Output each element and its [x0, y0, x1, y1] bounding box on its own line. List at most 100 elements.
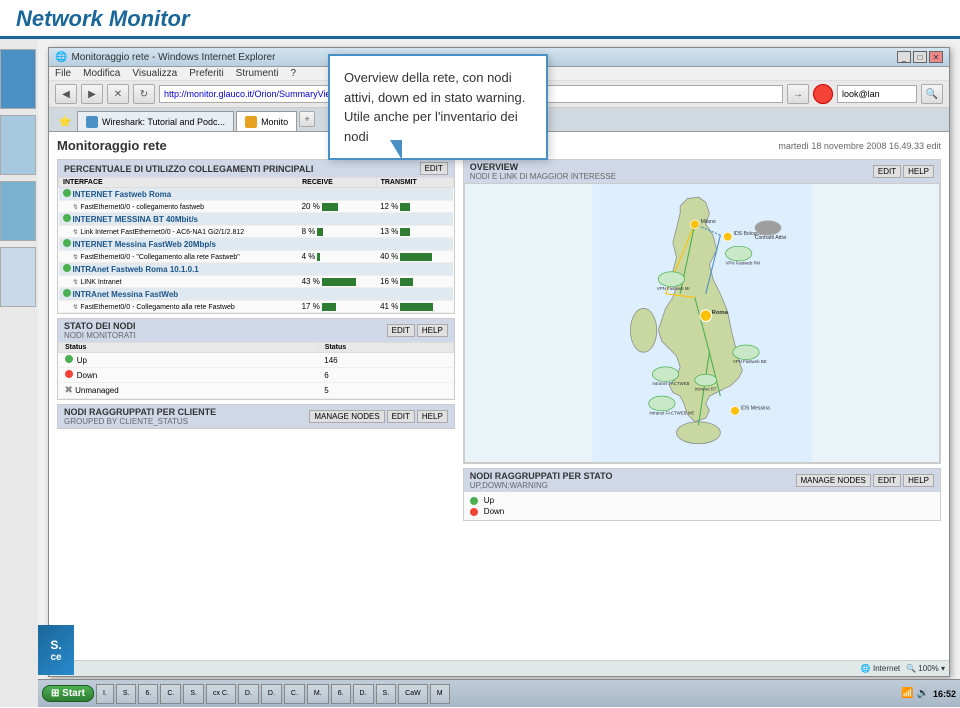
node-bologna[interactable] — [723, 232, 732, 241]
menu-visualizza[interactable]: Visualizza — [132, 68, 177, 79]
node-contratti[interactable] — [755, 221, 781, 236]
restore-button[interactable]: □ — [913, 51, 927, 63]
node-messina[interactable] — [730, 406, 739, 415]
sidebar-tab-4[interactable] — [0, 247, 36, 307]
col-receive: RECEIVE — [298, 178, 376, 188]
app-title: Network Monitor — [16, 6, 190, 32]
links-section-title-group: Percentuale di Utilizzo Collegamenti Pri… — [64, 164, 313, 174]
forward-button[interactable]: ▶ — [81, 84, 103, 104]
node-vpn-be[interactable] — [733, 345, 759, 360]
status-help-button[interactable]: HELP — [417, 324, 448, 337]
sidebar-tab-1[interactable] — [0, 49, 36, 109]
new-tab-button[interactable]: + — [299, 111, 315, 127]
interface-cell: ↯ FastEthernet0/0 - collegamento fastweb — [59, 201, 298, 213]
page-main-title: Monitoraggio rete — [57, 138, 167, 153]
menu-help[interactable]: ? — [290, 68, 296, 79]
transmit-bar-3 — [400, 253, 432, 261]
overview-edit-button[interactable]: EDIT — [873, 165, 901, 178]
grouped-edit-button[interactable]: EDIT — [387, 410, 415, 423]
taskbar-item-10[interactable]: M. — [307, 684, 329, 704]
overview-subtitle: NODI E LINK DI MAGGIOR INTERESSE — [470, 172, 616, 181]
taskbar-clock: 16:52 — [933, 689, 956, 699]
manage-nodes-button[interactable]: MANAGE NODES — [309, 410, 384, 423]
receive-cell-2: 8 % — [298, 226, 376, 238]
grouped-manage-button[interactable]: MANAGE NODES — [796, 474, 871, 487]
start-label: Start — [62, 688, 85, 699]
menu-modifica[interactable]: Modifica — [83, 68, 120, 79]
grouped-status-help-button[interactable]: HELP — [903, 474, 934, 487]
go-button[interactable]: → — [787, 84, 809, 104]
node-bt[interactable] — [695, 374, 717, 386]
taskbar-item-9[interactable]: C. — [284, 684, 305, 704]
search-go-button[interactable]: 🔍 — [921, 84, 943, 104]
table-row: ↯ FastEthernet0/0 - collegamento fastweb… — [59, 201, 454, 213]
node-factweb-me[interactable] — [648, 396, 674, 411]
taskbar-item-2[interactable]: S. — [116, 684, 137, 704]
page-date: martedì 18 novembre 2008 16.49.33 edit — [778, 141, 941, 151]
taskbar-item-14[interactable]: CaW — [398, 684, 428, 704]
taskbar-item-8[interactable]: D. — [261, 684, 282, 704]
links-edit-button[interactable]: EDIT — [420, 162, 448, 175]
grouped-status-titles: Nodi raggruppati per stato UP,DOWN;WARNI… — [470, 471, 613, 490]
callout-box: Overview della rete, con nodi attivi, do… — [328, 54, 548, 160]
menu-file[interactable]: File — [55, 68, 71, 79]
receive-bar — [322, 203, 338, 211]
back-button[interactable]: ◀ — [55, 84, 77, 104]
browser-tab-wireshark[interactable]: Wireshark: Tutorial and Podc... — [77, 111, 234, 131]
taskbar-item-12[interactable]: D. — [353, 684, 374, 704]
start-icon: ⊞ — [51, 688, 59, 699]
status-edit-button[interactable]: EDIT — [387, 324, 415, 337]
refresh-button[interactable]: ↻ — [133, 84, 155, 104]
content-columns: Percentuale di Utilizzo Collegamenti Pri… — [57, 159, 941, 646]
menu-strumenti[interactable]: Strumenti — [236, 68, 279, 79]
node-vpn-mi[interactable] — [658, 272, 684, 287]
up-label: Up — [484, 496, 494, 505]
grouped-help-button[interactable]: HELP — [417, 410, 448, 423]
tab-label-2: Monito — [261, 117, 288, 127]
receive-bar-4 — [322, 278, 356, 286]
taskbar-item-1[interactable]: I. — [96, 684, 114, 704]
receive-cell-4: 43 % — [298, 276, 376, 288]
group-intranet-fastweb: INTRAnet Fastweb Roma 10.1.0.1 — [59, 263, 454, 276]
label-roma: Roma — [711, 310, 728, 316]
grouped-status-edit-button[interactable]: EDIT — [873, 474, 901, 487]
search-bar[interactable] — [837, 85, 917, 103]
taskbar-item-4[interactable]: C. — [160, 684, 181, 704]
taskbar-item-15[interactable]: M — [430, 684, 450, 704]
callout-text: Overview della rete, con nodi attivi, do… — [344, 68, 532, 146]
taskbar-item-13[interactable]: S. — [376, 684, 397, 704]
node-vpn-pm[interactable] — [725, 246, 751, 261]
start-button[interactable]: ⊞ Start — [42, 685, 94, 702]
taskbar-item-11[interactable]: 6. — [331, 684, 351, 704]
receive-bar-5 — [322, 303, 336, 311]
status-section-buttons: EDIT HELP — [387, 324, 448, 337]
status-icon-unmanaged: ✖ Unmanaged — [59, 383, 319, 399]
overview-help-button[interactable]: HELP — [903, 165, 934, 178]
table-row: ↯ LINK Intranet 43 % 16 % — [59, 276, 454, 288]
minimize-button[interactable]: _ — [897, 51, 911, 63]
status-dot-green — [63, 189, 71, 197]
taskbar-item-6[interactable]: cx C. — [206, 684, 236, 704]
transmit-cell-2: 13 % — [376, 226, 453, 238]
italy-map-svg: Milano IDS Bologna Contratti Attivi — [465, 184, 939, 462]
taskbar-item-3[interactable]: 6. — [138, 684, 158, 704]
sidebar-tab-3[interactable] — [0, 181, 36, 241]
taskbar-item-5[interactable]: S. — [183, 684, 204, 704]
group-intranet-messina: INTRAnet Messina FastWeb — [59, 288, 454, 301]
stop-button[interactable]: ✕ — [107, 84, 129, 104]
close-button[interactable]: ✕ — [929, 51, 943, 63]
node-roma[interactable] — [700, 310, 712, 322]
node-factweb[interactable] — [652, 367, 678, 382]
status-row-unmanaged: ✖ Unmanaged 5 — [59, 383, 454, 399]
browser-title-left: 🌐 Monitoraggio rete - Windows Internet E… — [55, 52, 275, 63]
stop-icon — [813, 84, 833, 104]
links-section-header: Percentuale di Utilizzo Collegamenti Pri… — [58, 160, 454, 177]
favorites-icon[interactable]: ⭐ — [55, 111, 75, 131]
x-icon: ✖ — [65, 385, 73, 396]
menu-preferiti[interactable]: Preferiti — [189, 68, 223, 79]
taskbar-item-7[interactable]: D. — [238, 684, 259, 704]
node-milano[interactable] — [690, 220, 699, 229]
browser-tab-monito[interactable]: Monito — [236, 111, 297, 131]
sardinia — [630, 308, 656, 352]
sidebar-tab-2[interactable] — [0, 115, 36, 175]
